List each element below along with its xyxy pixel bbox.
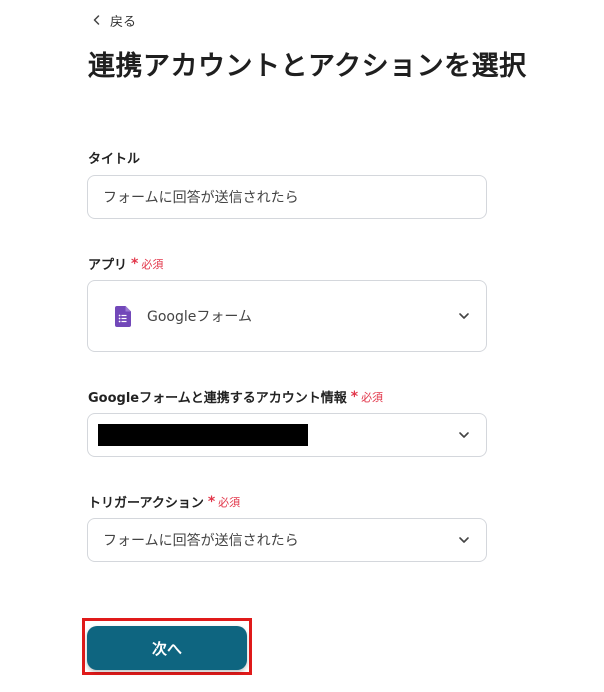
next-button[interactable]: 次へ — [87, 626, 247, 670]
required-asterisk: * — [207, 493, 216, 510]
required-indicator: * 必須 — [208, 494, 240, 510]
required-indicator: * 必須 — [351, 389, 383, 405]
account-field-label: Googleフォームと連携するアカウント情報 * 必須 — [88, 387, 383, 407]
redacted-account-value — [98, 424, 308, 446]
title-field-label: タイトル — [88, 148, 140, 167]
google-forms-icon — [115, 305, 131, 327]
page-title: 連携アカウントとアクションを選択 — [88, 51, 527, 82]
required-asterisk: * — [131, 255, 139, 272]
app-field-label: アプリ * 必須 — [88, 254, 163, 274]
account-field-label-text: Googleフォームと連携するアカウント情報 — [88, 391, 347, 406]
chevron-down-icon — [459, 313, 469, 319]
trigger-field-label-text: トリガーアクション — [88, 496, 204, 511]
account-select[interactable] — [87, 413, 487, 457]
chevron-down-icon — [459, 537, 469, 543]
trigger-field-label: トリガーアクション * 必須 — [88, 492, 240, 512]
app-field-label-text: アプリ — [88, 258, 128, 273]
title-field[interactable] — [87, 175, 487, 219]
required-text: 必須 — [361, 390, 384, 404]
chevron-down-icon — [459, 432, 469, 438]
trigger-select[interactable]: フォームに回答が送信されたら — [87, 518, 487, 562]
title-input[interactable] — [88, 189, 486, 205]
required-text: 必須 — [141, 257, 164, 271]
required-asterisk: * — [350, 388, 359, 405]
back-label: 戻る — [110, 14, 137, 30]
app-select-value: Googleフォーム — [147, 309, 252, 325]
required-indicator: * 必須 — [131, 256, 163, 272]
chevron-left-icon — [93, 15, 100, 25]
back-link[interactable]: 戻る — [92, 10, 136, 30]
trigger-select-value: フォームに回答が送信されたら — [103, 533, 299, 549]
required-text: 必須 — [218, 495, 241, 509]
app-select[interactable]: Googleフォーム — [87, 280, 487, 352]
title-field-label-text: タイトル — [88, 152, 141, 167]
